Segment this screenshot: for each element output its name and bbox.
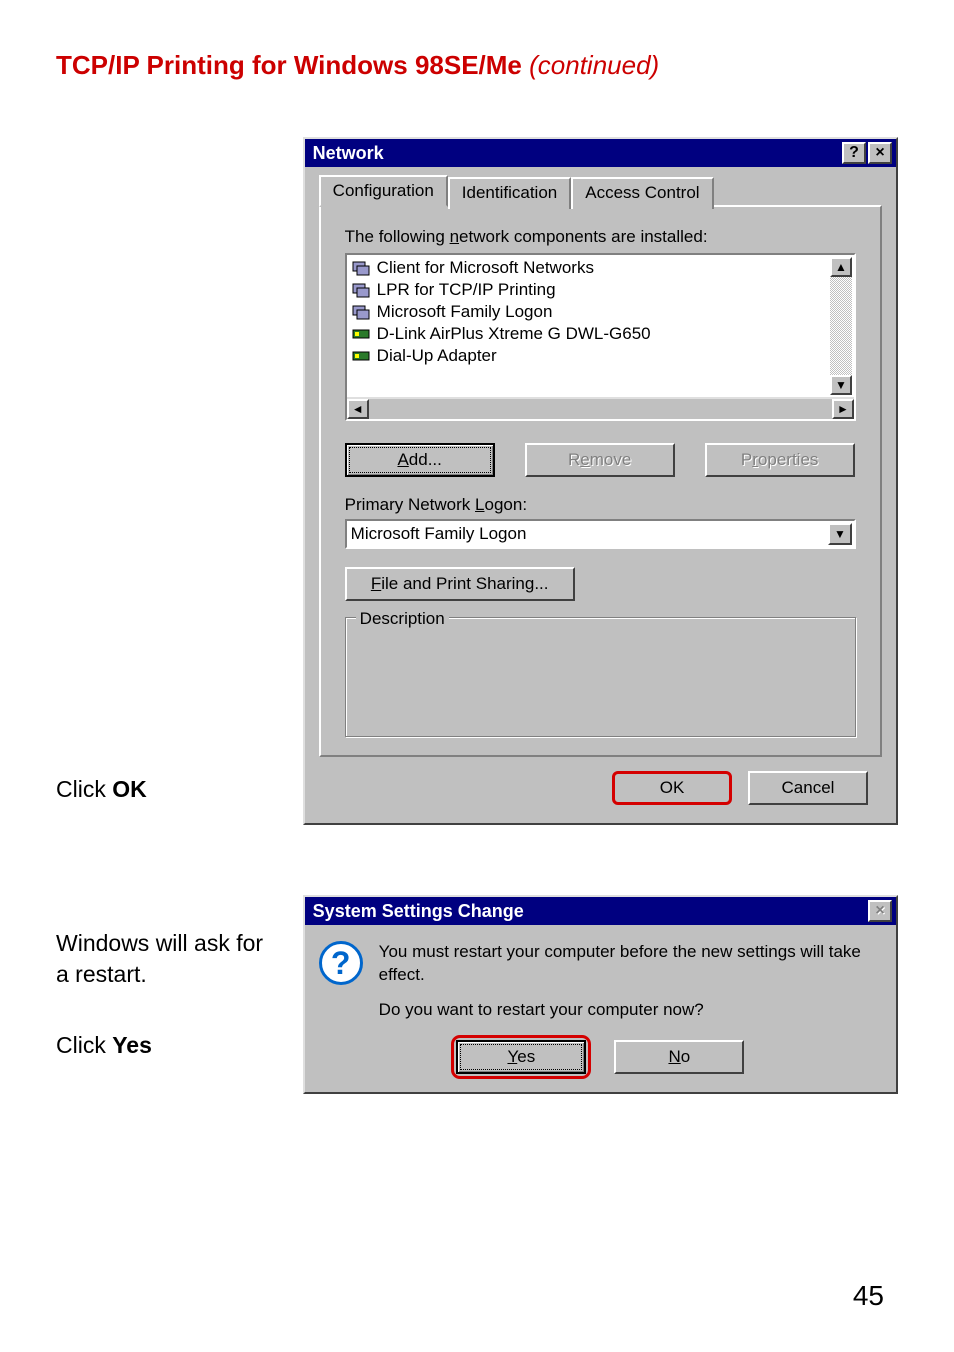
remove-button: Remove <box>525 443 675 477</box>
scroll-right-icon[interactable]: ► <box>832 399 854 419</box>
msgbox-line2: Do you want to restart your computer now… <box>379 999 882 1022</box>
description-label: Description <box>356 609 449 629</box>
no-button[interactable]: No <box>614 1040 744 1074</box>
list-item-label: Microsoft Family Logon <box>377 302 553 322</box>
question-icon: ? <box>319 941 363 985</box>
page-number: 45 <box>853 1280 884 1312</box>
msgbox-close-button: × <box>868 900 892 922</box>
client-icon <box>351 303 371 321</box>
scroll-up-icon[interactable]: ▲ <box>830 257 852 277</box>
msgbox-text: You must restart your computer before th… <box>379 941 882 1022</box>
adapter-icon <box>351 347 371 365</box>
instruction-click-yes-pre: Click <box>56 1032 112 1058</box>
section-heading-main: TCP/IP Printing for Windows 98SE/Me <box>56 50 522 80</box>
scroll-down-icon[interactable]: ▼ <box>830 375 852 395</box>
client-icon <box>351 259 371 277</box>
chevron-down-icon[interactable]: ▼ <box>828 523 852 545</box>
primary-logon-label: Primary Network Logon: <box>345 495 856 515</box>
list-item[interactable]: LPR for TCP/IP Printing <box>349 279 852 301</box>
client-icon <box>351 281 371 299</box>
list-item-label: Dial-Up Adapter <box>377 346 497 366</box>
components-listbox[interactable]: Client for Microsoft Networks LPR for TC… <box>345 253 856 421</box>
description-groupbox: Description <box>345 617 856 737</box>
tab-panel-configuration: The following network components are ins… <box>319 205 882 757</box>
section-heading: TCP/IP Printing for Windows 98SE/Me (con… <box>56 50 898 81</box>
file-print-sharing-button[interactable]: File and Print Sharing... <box>345 567 575 601</box>
instruction-click-ok-bold: OK <box>112 776 147 802</box>
msgbox-line1: You must restart your computer before th… <box>379 941 882 987</box>
add-button[interactable]: Add... <box>345 443 495 477</box>
msgbox-titlebar: System Settings Change × <box>305 897 896 925</box>
tab-identification[interactable]: Identification <box>448 177 571 209</box>
tab-strip: Configuration Identification Access Cont… <box>319 175 882 207</box>
adapter-icon <box>351 325 371 343</box>
msgbox-title: System Settings Change <box>309 901 866 922</box>
network-dialog: Network ? × Configuration Identification… <box>303 137 898 825</box>
cancel-button[interactable]: Cancel <box>748 771 868 805</box>
primary-logon-value: Microsoft Family Logon <box>351 524 527 544</box>
horizontal-scrollbar[interactable]: ◄ ► <box>347 397 854 419</box>
instruction-click-ok-pre: Click <box>56 776 112 802</box>
scroll-left-icon[interactable]: ◄ <box>347 399 369 419</box>
properties-button: Properties <box>705 443 855 477</box>
vertical-scrollbar[interactable]: ▲ ▼ <box>830 257 852 395</box>
list-item[interactable]: Client for Microsoft Networks <box>349 257 852 279</box>
section-heading-suffix: (continued) <box>522 50 659 80</box>
network-titlebar: Network ? × <box>305 139 896 167</box>
tab-configuration[interactable]: Configuration <box>319 175 448 207</box>
list-item-label: LPR for TCP/IP Printing <box>377 280 556 300</box>
titlebar-close-button[interactable]: × <box>868 142 892 164</box>
instruction-restart: Windows will ask for a restart. <box>56 928 271 990</box>
list-item[interactable]: Microsoft Family Logon <box>349 301 852 323</box>
list-item[interactable]: D-Link AirPlus Xtreme G DWL-G650 <box>349 323 852 345</box>
tab-access-control[interactable]: Access Control <box>571 177 713 209</box>
primary-logon-combo[interactable]: Microsoft Family Logon ▼ <box>345 519 856 549</box>
components-label: The following network components are ins… <box>345 227 856 247</box>
list-item-label: Client for Microsoft Networks <box>377 258 594 278</box>
list-item[interactable]: Dial-Up Adapter <box>349 345 852 367</box>
ok-button[interactable]: OK <box>612 771 732 805</box>
scroll-thumb[interactable] <box>830 277 852 375</box>
system-settings-change-dialog: System Settings Change × ? You must rest… <box>303 895 898 1094</box>
titlebar-help-button[interactable]: ? <box>842 142 866 164</box>
list-item-label: D-Link AirPlus Xtreme G DWL-G650 <box>377 324 651 344</box>
network-title: Network <box>309 143 840 164</box>
yes-button[interactable]: Yes <box>456 1040 586 1074</box>
instruction-click-yes-bold: Yes <box>112 1032 152 1058</box>
